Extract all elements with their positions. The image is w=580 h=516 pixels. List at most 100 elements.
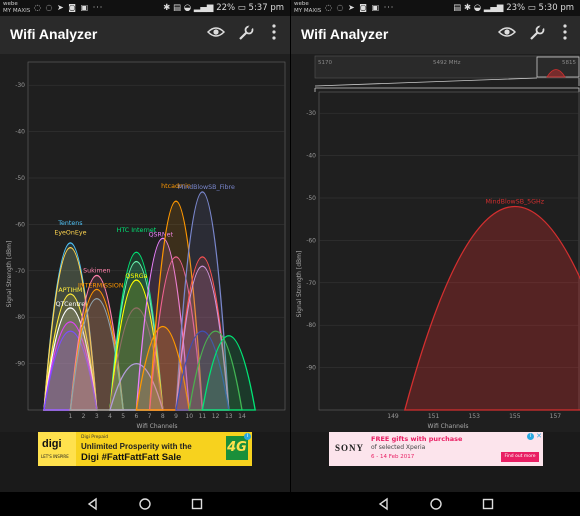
overview-mid-label: 5492 MHz (433, 60, 461, 66)
right-screen: webe MY MAXIS ◌ ◌ ➤ ◙ ▣ ··· ▤ ✱ ◒ ▂▄▆ 23… (290, 0, 580, 516)
x-tick-label: 13 (225, 413, 233, 420)
y-tick-label: -90 (306, 365, 316, 372)
ssid-label: INTERMISSION (78, 282, 124, 289)
x-tick-label: 3 (95, 413, 99, 420)
overview-left-label: 5170 (318, 60, 332, 66)
battery-percent: 22% (216, 3, 236, 13)
nfc-icon: ▤ (173, 3, 182, 13)
x-tick-label: 8 (161, 413, 165, 420)
ssid-label: QSRGa (125, 273, 147, 280)
ad-dates: 6 - 14 Feb 2017 (371, 454, 415, 460)
x-tick-label: 7 (148, 413, 152, 420)
ad-tagline: LET'S INSPIRE (41, 454, 69, 459)
ssid-label: Tentens (57, 220, 82, 227)
wifi-icon: ◒ (473, 3, 482, 13)
back-icon[interactable] (86, 497, 100, 511)
ad-brand: SONY (335, 443, 365, 453)
app-bar: Wifi Analyzer (291, 16, 580, 54)
ad-line2: Digi #FattFattFatt Sale (81, 452, 182, 463)
ad-banner[interactable]: SONY FREE gifts with purchase of selecte… (329, 432, 543, 466)
ad-badge: 4G (226, 436, 248, 460)
zoom-connector (314, 77, 580, 87)
wifi-icon: ◒ (183, 3, 192, 13)
x-tick-label: 4 (108, 413, 112, 420)
y-tick-label: -90 (15, 361, 25, 368)
ad-cta-button[interactable]: Find out more (501, 452, 539, 462)
home-icon[interactable] (138, 497, 152, 511)
overflow-menu-icon[interactable] (555, 24, 575, 44)
overview-right-label: 5815 (562, 60, 576, 66)
x-tick-label: 1 (68, 413, 72, 420)
x-tick-label: 2 (82, 413, 86, 420)
ad-line1: Unlimited Prosperity with the (81, 442, 192, 451)
bluetooth-icon: ✱ (163, 3, 171, 13)
notification-icons: ◌ ◌ ➤ ◙ ▣ ··· (34, 3, 104, 12)
x-axis-label: Wifi Channels (137, 423, 178, 430)
app-title: Wifi Analyzer (10, 26, 98, 42)
ssid-label: Sukimen (83, 267, 110, 274)
x-tick-label: 151 (428, 413, 440, 420)
y-tick-label: -70 (15, 268, 25, 275)
x-tick-label: 12 (212, 413, 220, 420)
back-icon[interactable] (377, 497, 391, 511)
x-tick-label: 5 (121, 413, 125, 420)
wrench-icon[interactable] (527, 24, 547, 44)
x-tick-label: 11 (199, 413, 207, 420)
ad-banner[interactable]: digi LET'S INSPIRE Digi Prepaid Unlimite… (38, 432, 252, 466)
battery-icon: ▭ (527, 3, 536, 13)
y-tick-label: -40 (15, 129, 25, 136)
status-bar: webe MY MAXIS ◌ ◌ ➤ ◙ ▣ ··· ✱ ▤ ◒ ▂▄▆ 22… (0, 0, 290, 16)
x-tick-label: 14 (238, 413, 246, 420)
x-tick-label: 9 (174, 413, 178, 420)
system-status: ▤ ✱ ◒ ▂▄▆ 23% ▭ 5:30 pm (453, 3, 574, 13)
ad-info-icon[interactable]: i (527, 433, 534, 440)
y-axis-label: Signal Strength [dBm] (296, 251, 303, 318)
ssid-label: MindBlowSB_Fibre (178, 184, 235, 191)
ssid-label: QTCentre (56, 301, 86, 308)
y-tick-label: -30 (306, 110, 316, 117)
y-tick-label: -80 (306, 322, 316, 329)
home-icon[interactable] (429, 497, 443, 511)
status-bar: webe MY MAXIS ◌ ◌ ➤ ◙ ▣ ··· ▤ ✱ ◒ ▂▄▆ 23… (291, 0, 580, 16)
left-screen: webe MY MAXIS ◌ ◌ ➤ ◙ ▣ ··· ✱ ▤ ◒ ▂▄▆ 22… (0, 0, 290, 516)
ad-info-icon[interactable]: i (244, 433, 251, 440)
x-tick-label: 157 (550, 413, 562, 420)
app-title: Wifi Analyzer (301, 26, 389, 42)
eye-icon[interactable] (497, 24, 517, 44)
x-tick-label: 155 (509, 413, 521, 420)
ad-line1: FREE gifts with purchase (371, 435, 463, 443)
channel-graph: 5170 5492 MHz 5815 Signal Strength [dBm]… (291, 54, 580, 432)
app-bar: Wifi Analyzer (0, 16, 290, 54)
ssid-label: MindBlowSB_5GHz (485, 198, 544, 205)
channel-graph-svg: 5170 5492 MHz 5815 Signal Strength [dBm]… (296, 55, 580, 430)
wrench-icon[interactable] (236, 24, 256, 44)
y-tick-label: -50 (306, 195, 316, 202)
y-axis-label: Signal Strength [dBm] (6, 241, 13, 308)
clock: 5:30 pm (538, 3, 574, 13)
ad-small-text: Digi Prepaid (81, 435, 109, 440)
battery-percent: 23% (506, 3, 526, 13)
zoom-bracket (314, 87, 580, 92)
signal-icon: ▂▄▆ (193, 3, 214, 13)
signal-icon: ▂▄▆ (483, 3, 504, 13)
x-tick-label: 10 (185, 413, 193, 420)
x-tick-label: 6 (134, 413, 138, 420)
y-tick-label: -80 (15, 314, 25, 321)
channel-graph: Signal Strength [dBm] Wifi Channels -30 -… (0, 54, 290, 432)
recents-icon[interactable] (190, 497, 204, 511)
y-tick-label: -40 (306, 153, 316, 160)
y-tick-label: -70 (306, 280, 316, 287)
eye-icon[interactable] (206, 24, 226, 44)
ad-close-icon[interactable]: ✕ (536, 432, 542, 440)
nfc-icon: ▤ (453, 3, 462, 13)
recents-icon[interactable] (481, 497, 495, 511)
overflow-menu-icon[interactable] (264, 24, 284, 44)
x-tick-label: 149 (387, 413, 399, 420)
y-tick-label: -50 (15, 175, 25, 182)
nav-bar (291, 492, 580, 516)
ad-line2: of selected Xperia (371, 444, 426, 451)
system-status: ✱ ▤ ◒ ▂▄▆ 22% ▭ 5:37 pm (163, 3, 284, 13)
carrier-label: webe MY MAXIS (3, 1, 31, 14)
channel-graph-svg: Signal Strength [dBm] Wifi Channels -30 -… (6, 61, 286, 430)
y-tick-label: -60 (306, 237, 316, 244)
